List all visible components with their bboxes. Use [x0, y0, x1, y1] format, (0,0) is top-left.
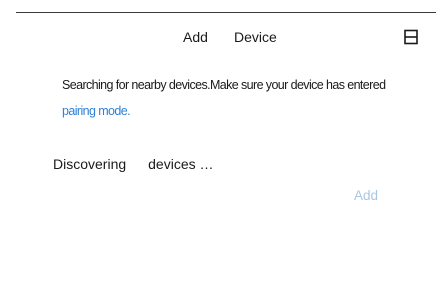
pairing-mode-link[interactable]: pairing mode. — [62, 104, 131, 118]
header-bar: Add Device — [0, 28, 436, 48]
page-title-device: Device — [234, 29, 277, 45]
scan-icon-graphic — [404, 29, 418, 45]
top-divider — [16, 12, 436, 13]
discovering-label: Discovering — [53, 156, 127, 172]
add-button[interactable]: Add — [354, 187, 378, 205]
scan-icon[interactable] — [403, 29, 419, 45]
discovering-status: Discovering devices … — [53, 155, 214, 173]
devices-label: devices … — [148, 156, 214, 172]
page-title-add: Add — [183, 29, 208, 45]
pairing-instructions: Searching for nearby devices.Make sure y… — [62, 72, 412, 124]
instructions-text: Searching for nearby devices.Make sure y… — [62, 78, 386, 92]
